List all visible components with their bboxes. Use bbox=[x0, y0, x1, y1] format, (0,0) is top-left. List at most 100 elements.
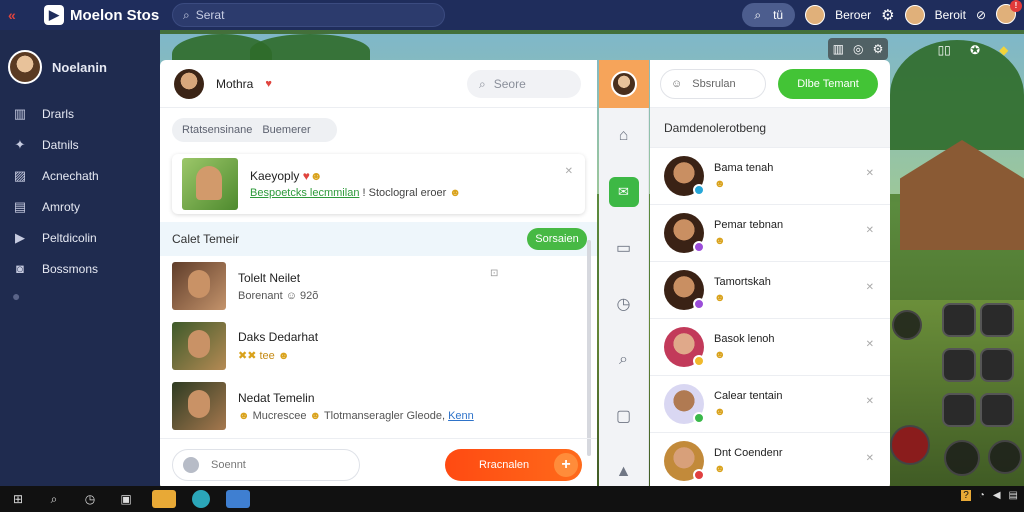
map-icon[interactable]: ▥ bbox=[833, 42, 844, 56]
featured-message-card[interactable]: Kaeyoply ♥☻ Bespoetcks lecmmilan ! Stocl… bbox=[172, 154, 585, 214]
game-attack-button[interactable] bbox=[890, 425, 930, 465]
chat-list-item[interactable]: Nedat Temelin ☻ Mucrescee ☻ Tlotmanserag… bbox=[160, 376, 597, 436]
message-input[interactable]: Soennt bbox=[172, 449, 360, 481]
filter-chip[interactable]: Rtatsensinane bbox=[182, 124, 252, 136]
sidebar-user[interactable]: Noelanin bbox=[0, 30, 160, 98]
sidebar-item-datnils[interactable]: ✦ Datnils bbox=[0, 129, 160, 160]
filter-chip[interactable]: Buemerer bbox=[262, 124, 310, 136]
chat-list-item[interactable]: Tolelt Neilet Borenant ☺ 92õ ⊡ bbox=[160, 256, 597, 316]
stats-icon[interactable]: ▯▯ bbox=[938, 43, 951, 57]
back-chevron-icon[interactable]: « bbox=[8, 7, 30, 23]
chat-scrollbar[interactable] bbox=[587, 240, 591, 456]
contacts-header: ☺ Sbsrulan Dlbe Temant bbox=[650, 60, 890, 108]
global-search-input[interactable]: ⌕ Serat bbox=[172, 3, 445, 27]
message-link[interactable]: Kenn bbox=[448, 410, 474, 422]
player-avatar[interactable] bbox=[942, 303, 976, 337]
game-jump-button[interactable] bbox=[988, 440, 1022, 474]
game-hud-top[interactable]: ▥ ◎ ⚙ bbox=[828, 38, 888, 60]
avatar bbox=[172, 382, 226, 430]
game-action-button[interactable] bbox=[892, 310, 922, 340]
contact-item[interactable]: Basok lenoh ☻ ✕ bbox=[650, 319, 890, 376]
taskbar-app-folder[interactable] bbox=[152, 490, 176, 508]
tray-icon[interactable]: ? bbox=[961, 490, 971, 501]
sidebar-item-bossmons[interactable]: ◙ Bossmons bbox=[0, 253, 160, 284]
player-avatar[interactable] bbox=[980, 393, 1014, 427]
user-avatar[interactable] bbox=[805, 5, 826, 25]
chart-icon: ▥ bbox=[13, 105, 27, 121]
sidebar-more-icon[interactable]: ● bbox=[0, 288, 160, 304]
rail-item-chat[interactable]: ✉ bbox=[599, 164, 648, 220]
contacts-panel: ☺ Sbsrulan Dlbe Temant Damdenolerotbeng … bbox=[650, 60, 890, 490]
user-name-1[interactable]: Beroer bbox=[835, 8, 871, 22]
section-action-button[interactable]: Sorsaien bbox=[527, 228, 587, 250]
clock-icon[interactable]: ◷ bbox=[599, 276, 648, 332]
image-icon: ▨ bbox=[13, 167, 27, 183]
camera-icon[interactable]: ▣ bbox=[108, 492, 144, 506]
shield-icon[interactable]: ▢ bbox=[599, 388, 648, 444]
link-icon[interactable]: ⊘ bbox=[976, 8, 986, 22]
chat-search-input[interactable]: ⌕ Seore bbox=[467, 70, 581, 98]
sidebar-item-label: Bossmons bbox=[42, 261, 99, 276]
notification-avatar[interactable]: ! bbox=[996, 0, 1022, 27]
contact-name: Dnt Coendenr bbox=[714, 447, 783, 459]
featured-thumbnail bbox=[182, 158, 238, 210]
add-contact-button[interactable]: Dlbe Temant bbox=[778, 68, 878, 99]
rail-profile[interactable] bbox=[599, 60, 649, 108]
emoji-icon: ☻ bbox=[714, 235, 726, 247]
player-avatar[interactable] bbox=[942, 393, 976, 427]
wifi-icon[interactable]: ◔ bbox=[979, 490, 985, 501]
close-icon[interactable]: ✕ bbox=[866, 282, 874, 293]
taskbar-app-browser[interactable] bbox=[192, 490, 210, 508]
contact-item[interactable]: Dnt Coendenr ☻ ✕ bbox=[650, 433, 890, 490]
user-name-2[interactable]: Beroit bbox=[935, 8, 966, 22]
search-pill-label: tü bbox=[773, 8, 784, 22]
game-hud-top-right[interactable]: ▯▯ ✪ ◆ bbox=[928, 38, 1018, 62]
sidebar-item-amroty[interactable]: ▤ Amroty bbox=[0, 191, 160, 222]
search-icon[interactable]: ⌕ bbox=[36, 492, 72, 507]
user-avatar[interactable] bbox=[904, 5, 925, 25]
target-icon[interactable]: ◎ bbox=[853, 42, 863, 56]
clock-icon[interactable]: ◷ bbox=[72, 492, 108, 506]
contacts-search-input[interactable]: ☺ Sbsrulan bbox=[660, 68, 766, 99]
sidebar-item-drarls[interactable]: ▥ Drarls bbox=[0, 98, 160, 129]
home-icon[interactable]: ⌂ bbox=[599, 108, 648, 164]
search-icon[interactable]: ⌕ bbox=[599, 332, 648, 388]
game-skill-button[interactable] bbox=[944, 440, 980, 476]
settings-icon[interactable]: ⚙ bbox=[873, 42, 884, 56]
contact-item[interactable]: Pemar tebnan ☻ ✕ bbox=[650, 205, 890, 262]
close-icon[interactable]: ✕ bbox=[866, 168, 874, 179]
contact-item[interactable]: Tamortskah ☻ ✕ bbox=[650, 262, 890, 319]
close-icon[interactable]: ✕ bbox=[866, 396, 874, 407]
sidebar-item-peltdicolin[interactable]: ▶ Peltdicolin bbox=[0, 222, 160, 253]
avatar[interactable] bbox=[174, 68, 204, 99]
player-avatar[interactable] bbox=[980, 348, 1014, 382]
emoji-icon: ☻ bbox=[714, 463, 726, 475]
notification-icon[interactable]: ▤ bbox=[1009, 490, 1018, 501]
player-avatar[interactable] bbox=[980, 303, 1014, 337]
message-preview-2: Tlotmanseragler Gleode bbox=[323, 409, 442, 422]
chat-list-item[interactable]: Daks Dedarhat ✖✖ tee ☻ bbox=[160, 316, 597, 376]
close-icon[interactable]: ✕ bbox=[866, 225, 874, 236]
message-action-icon[interactable]: ⊡ bbox=[490, 268, 498, 279]
close-icon[interactable]: ✕ bbox=[565, 166, 573, 177]
contact-item[interactable]: Calear tentain ☻ ✕ bbox=[650, 376, 890, 433]
bird-icon[interactable]: ◆ bbox=[999, 43, 1008, 57]
chat-contact-name: Mothra bbox=[216, 76, 254, 91]
badge-icon[interactable]: ✪ bbox=[970, 43, 980, 57]
close-icon[interactable]: ✕ bbox=[866, 339, 874, 350]
sidebar-item-label: Peltdicolin bbox=[42, 230, 97, 245]
send-button[interactable]: Rracnalen + bbox=[445, 449, 582, 481]
player-avatar[interactable] bbox=[942, 348, 976, 382]
sidebar-item-acnechath[interactable]: ▨ Acnechath bbox=[0, 160, 160, 191]
avatar bbox=[664, 213, 705, 253]
volume-icon[interactable]: ◀ bbox=[993, 490, 1001, 501]
taskbar-app-store[interactable] bbox=[226, 490, 250, 508]
close-icon[interactable]: ✕ bbox=[866, 453, 874, 464]
gear-icon[interactable]: ⚙ bbox=[881, 6, 894, 24]
calendar-icon[interactable]: ▭ bbox=[599, 220, 648, 276]
contact-item[interactable]: Bama tenah ☻ ✕ bbox=[650, 148, 890, 205]
windows-start-icon[interactable]: ⊞ bbox=[0, 492, 36, 506]
chat-filter-bar[interactable]: Rtatsensinane Buemerer bbox=[172, 118, 337, 142]
featured-link[interactable]: Bespoetcks lecmmilan bbox=[250, 187, 359, 199]
search-pill-button[interactable]: ⌕ tü bbox=[742, 3, 796, 27]
